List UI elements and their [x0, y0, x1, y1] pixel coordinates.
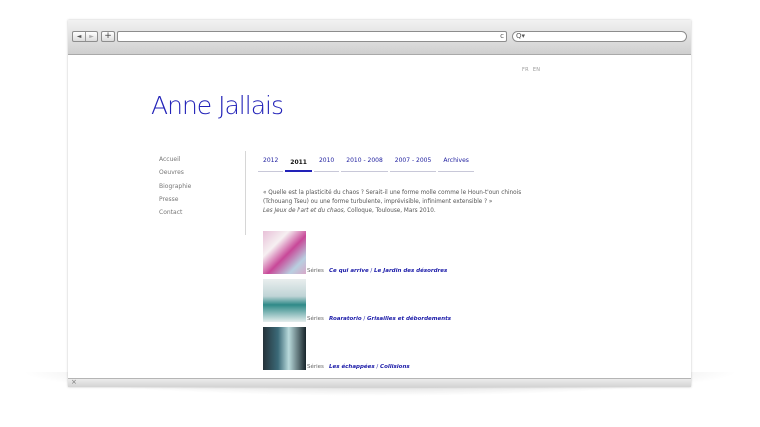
- page-viewport: FR EN Anne Jallais Accueil Oeuvres Biogr…: [68, 56, 691, 378]
- nav-item-presse[interactable]: Presse: [159, 196, 191, 203]
- series-label: Séries: [307, 364, 324, 370]
- quote-source: Les Jeux de l'art et du chaos, Colloque,…: [263, 207, 553, 216]
- series-item: Séries Roaratorio / Grisailles et débord…: [263, 279, 451, 322]
- series-link[interactable]: Les échappées: [329, 364, 375, 370]
- main-nav: Accueil Oeuvres Biographie Presse Contac…: [159, 157, 191, 223]
- browser-toolbar: ◄ ► + c Q▾: [68, 20, 691, 55]
- tab-2007-2005[interactable]: 2007 - 2005: [389, 155, 437, 172]
- language-switch: FR EN: [522, 67, 542, 73]
- year-tabs: 2012 2011 2010 2010 - 2008 2007 - 2005 A…: [258, 155, 476, 172]
- quote-line-1: « Quelle est la plasticité du chaos ? Se…: [263, 190, 522, 196]
- content-divider: [245, 151, 246, 235]
- series-link[interactable]: Grisailles et débordements: [367, 316, 451, 322]
- series-thumbnail[interactable]: [263, 279, 306, 322]
- back-button[interactable]: ◄: [73, 32, 85, 41]
- site-title[interactable]: Anne Jallais: [151, 91, 284, 120]
- intro-quote: « Quelle est la plasticité du chaos ? Se…: [263, 189, 553, 216]
- series-thumbnail[interactable]: [263, 327, 306, 370]
- tab-2012[interactable]: 2012: [258, 155, 284, 172]
- quote-line-2: (Tchouang Tseu) ou une forme turbulente,…: [263, 199, 493, 205]
- nav-item-biographie[interactable]: Biographie: [159, 183, 191, 190]
- series-link[interactable]: Ce qui arrive: [329, 268, 369, 274]
- search-icon: Q▾: [516, 32, 526, 40]
- nav-item-contact[interactable]: Contact: [159, 210, 191, 216]
- series-thumbnail[interactable]: [263, 231, 306, 274]
- series-label: Séries: [307, 316, 324, 322]
- series-label: Séries: [307, 268, 324, 274]
- nav-buttons: ◄ ►: [72, 31, 98, 42]
- tab-2010-2008[interactable]: 2010 - 2008: [341, 155, 388, 172]
- status-bar: ×: [68, 378, 691, 387]
- series-item: Séries Les échappées / Collisions: [263, 327, 410, 370]
- add-bookmark-button[interactable]: +: [101, 31, 115, 42]
- quote-source-rest: Colloque, Toulouse, Mars 2010.: [345, 208, 436, 214]
- url-input[interactable]: c: [117, 31, 507, 42]
- lang-en-link[interactable]: EN: [533, 67, 541, 73]
- nav-item-accueil[interactable]: Accueil: [159, 157, 191, 163]
- forward-button[interactable]: ►: [85, 32, 97, 41]
- series-item: Séries Ce qui arrive / Le Jardin des dés…: [263, 231, 447, 274]
- reload-icon[interactable]: c: [500, 32, 504, 41]
- series-link[interactable]: Roaratorio: [329, 316, 362, 322]
- lang-fr-link[interactable]: FR: [522, 67, 529, 73]
- search-input[interactable]: Q▾: [512, 31, 687, 42]
- series-link[interactable]: Le Jardin des désordres: [374, 268, 447, 274]
- quote-source-title: Les Jeux de l'art et du chaos,: [263, 208, 346, 214]
- close-icon[interactable]: ×: [71, 378, 77, 386]
- series-link[interactable]: Collisions: [380, 364, 410, 370]
- browser-window: ◄ ► + c Q▾ FR EN Anne Jallais Accueil Oe…: [68, 20, 691, 387]
- tab-2010[interactable]: 2010: [313, 155, 340, 172]
- tab-2011[interactable]: 2011: [285, 155, 312, 172]
- nav-item-oeuvres[interactable]: Oeuvres: [159, 170, 191, 176]
- tab-archives[interactable]: Archives: [438, 155, 474, 172]
